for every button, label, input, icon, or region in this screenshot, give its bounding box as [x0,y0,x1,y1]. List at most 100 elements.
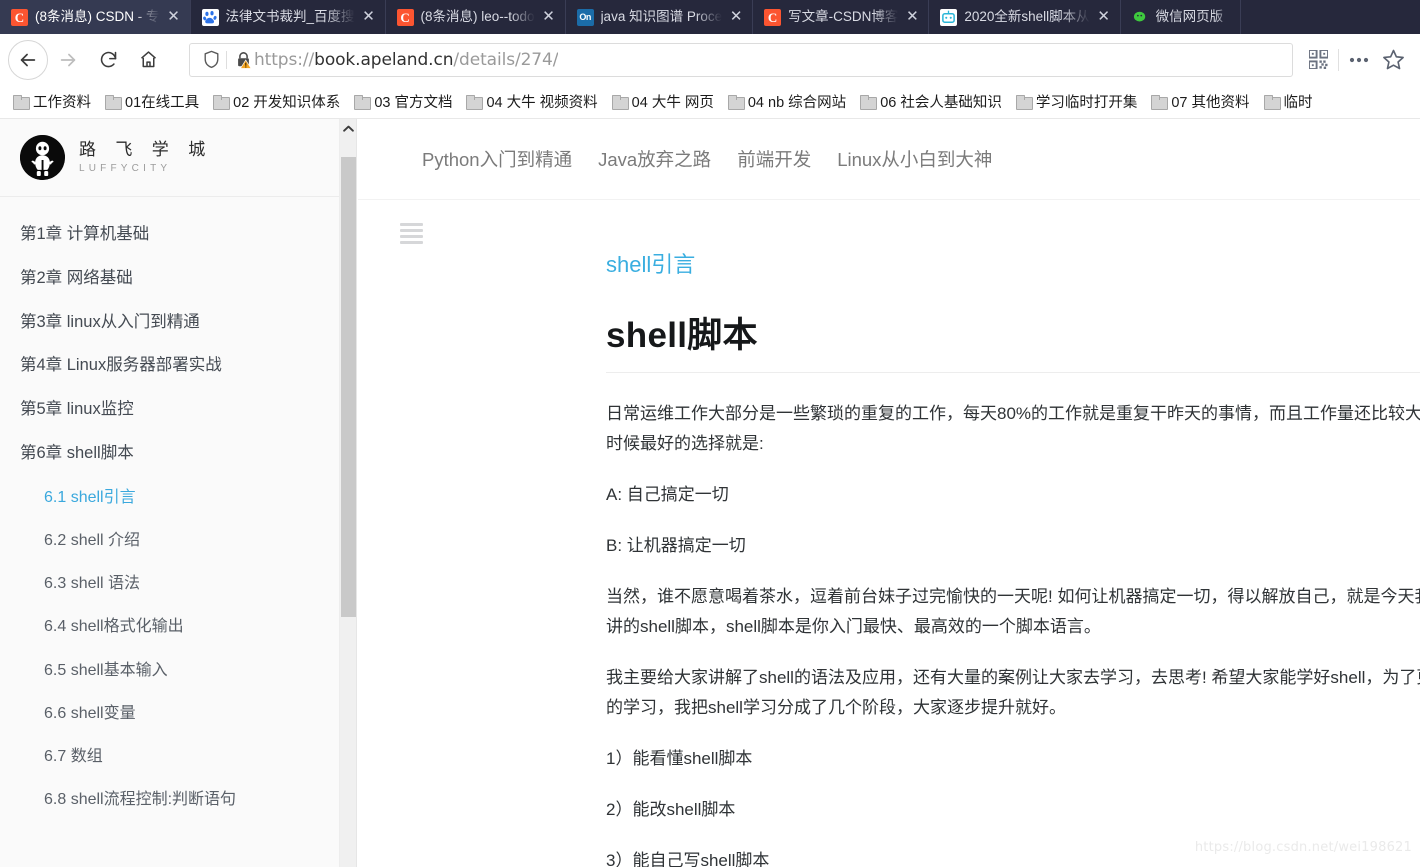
tab-title: 写文章-CSDN博客 [788,9,899,24]
onenote-icon: On [576,8,594,26]
folder-icon [611,95,629,110]
page-viewport: 路 飞 学 城 LUFFYCITY 第1章 计算机基础 第2章 网络基础 第3章… [0,119,1420,867]
paragraph-overview: 我主要给大家讲解了shell的语法及应用，还有大量的案例让大家去学习，去思考! … [606,668,1420,717]
tab-title: 微信网页版 [1155,9,1224,24]
tab-close-icon[interactable]: ✕ [362,0,376,34]
toolbar-divider [1338,48,1339,71]
bookmark-item[interactable]: 01在线工具 [98,88,206,115]
url-text[interactable]: https://book.apeland.cn/details/274/ [254,50,558,70]
breadcrumb[interactable]: shell引言 [606,247,1420,279]
luffy-avatar-icon [20,135,65,180]
chapter-list: 第1章 计算机基础 第2章 网络基础 第3章 linux从入门到精通 第4章 L… [0,197,356,821]
logo-title-cn: 路 飞 学 城 [79,140,213,161]
folder-icon [727,95,745,110]
folder-icon [13,95,30,110]
tab-strip: C (8条消息) CSDN - 专 ✕ 法律文书裁判_百度搜 ✕ C (8条消息… [0,0,1420,34]
sidebar-chapter-5[interactable]: 第5章 linux监控 [0,388,356,432]
paragraph-goal-1: 1）能看懂shell脚本 [606,749,753,768]
folder-icon [466,95,484,110]
sidebar-chapter-2[interactable]: 第2章 网络基础 [0,257,356,301]
url-host: book.apeland.cn [314,49,454,70]
folder-icon [354,95,372,110]
scrollbar-thumb[interactable] [341,157,356,617]
sidebar-chapter-1[interactable]: 第1章 计算机基础 [0,213,356,257]
topnav-item-linux[interactable]: Linux从小白到大神 [837,146,992,172]
navigation-toolbar: https://book.apeland.cn/details/274/ [0,34,1420,85]
bookmark-item[interactable]: 学习临时打开集 [1009,88,1145,115]
browser-tab[interactable]: C 写文章-CSDN博客 ✕ [753,0,930,34]
paragraph-intro: 日常运维工作大部分是一些繁琐的重复的工作，每天80%的工作就是重复干昨天的事情，… [606,404,1420,453]
browser-tab[interactable]: C (8条消息) CSDN - 专 ✕ [0,0,191,34]
csdn-icon: C [11,8,28,26]
site-logo[interactable]: 路 飞 学 城 LUFFYCITY [0,119,356,197]
bookmark-item[interactable]: 04 大牛 视频资料 [459,88,604,115]
sidebar-chapter-6[interactable]: 第6章 shell脚本 [0,432,356,476]
topnav-item-java[interactable]: Java放弃之路 [598,146,711,172]
tab-close-icon[interactable]: ✕ [542,0,556,34]
shield-icon[interactable] [198,50,224,69]
sidebar-section-6-2[interactable]: 6.2 shell 介绍 [0,519,356,562]
course-sidebar: 路 飞 学 城 LUFFYCITY 第1章 计算机基础 第2章 网络基础 第3章… [0,119,357,867]
tab-title: 2020全新shell脚本从 [964,9,1090,24]
tab-title: 法律文书裁判_百度搜 [225,9,355,24]
baidu-icon [201,8,219,26]
paragraph-option-a: A: 自己搞定一切 [606,485,729,504]
bookmarks-bar: 工作资料 01在线工具 02 开发知识体系 03 官方文档 04 大牛 视频资料… [0,85,1420,119]
scroll-up-icon[interactable] [340,119,356,138]
page-title: shell脚本 [606,307,1420,373]
reload-button[interactable] [88,40,128,80]
browser-tab[interactable]: 2020全新shell脚本从 ✕ [929,0,1121,34]
home-button[interactable] [128,40,168,80]
bookmark-item[interactable]: 04 nb 综合网站 [721,88,853,115]
sidebar-section-6-3[interactable]: 6.3 shell 语法 [0,562,356,605]
sidebar-section-6-4[interactable]: 6.4 shell格式化输出 [0,605,356,648]
topnav-item-frontend[interactable]: 前端开发 [737,146,811,172]
folder-icon [1015,95,1033,110]
tab-close-icon[interactable]: ✕ [1097,0,1111,34]
folder-icon [860,95,878,110]
lock-warning-icon[interactable] [233,51,254,69]
sidebar-section-6-5[interactable]: 6.5 shell基本输入 [0,649,356,692]
tab-close-icon[interactable]: ✕ [729,0,743,34]
bookmark-item[interactable]: 04 大牛 网页 [605,88,721,115]
topnav-item-python[interactable]: Python入门到精通 [422,146,572,172]
sidebar-section-6-7[interactable]: 6.7 数组 [0,735,356,778]
more-menu-icon[interactable] [1342,43,1376,77]
favorites-star-icon[interactable] [1376,43,1410,77]
bookmark-item[interactable]: 02 开发知识体系 [206,88,347,115]
browser-tab[interactable]: 微信网页版 [1121,0,1241,34]
browser-tab[interactable]: On java 知识图谱 Proce ✕ [566,0,754,34]
csdn-watermark: https://blog.csdn.net/wei198621 [1194,840,1412,855]
sidebar-section-6-6[interactable]: 6.6 shell变量 [0,692,356,735]
tab-close-icon[interactable]: ✕ [167,0,181,34]
bookmark-item[interactable]: 03 官方文档 [347,88,459,115]
bookmark-item[interactable]: 06 社会人基础知识 [853,88,1009,115]
sidebar-section-6-8[interactable]: 6.8 shell流程控制:判断语句 [0,778,356,821]
bookmark-item[interactable]: 临时 [1257,88,1320,115]
back-button[interactable] [8,39,48,80]
tab-title: (8条消息) CSDN - 专 [35,9,160,24]
paragraph-motivation: 当然，谁不愿意喝着茶水，逗着前台妹子过完愉快的一天呢! 如何让机器搞定一切，得以… [606,587,1420,636]
paragraph-goal-2: 2）能改shell脚本 [606,800,736,819]
sidebar-chapter-4[interactable]: 第4章 Linux服务器部署实战 [0,344,356,388]
address-bar[interactable]: https://book.apeland.cn/details/274/ [189,42,1293,77]
qr-code-icon[interactable] [1301,43,1335,77]
sidebar-scrollbar[interactable] [339,119,356,867]
browser-tab[interactable]: C (8条消息) leo--todo ✕ [386,0,566,34]
wechat-icon [1131,8,1149,26]
sidebar-section-6-1[interactable]: 6.1 shell引言 [0,476,356,519]
bookmark-item[interactable]: 工作资料 [6,88,98,115]
site-topnav: Python入门到精通 Java放弃之路 前端开发 Linux从小白到大神 [358,119,1420,200]
hamburger-menu-icon[interactable] [400,223,423,247]
main-content: Python入门到精通 Java放弃之路 前端开发 Linux从小白到大神 sh… [358,119,1420,867]
robot-icon [940,8,958,26]
paragraph-option-b: B: 让机器搞定一切 [606,536,746,555]
address-divider [226,50,227,69]
forward-button[interactable] [48,40,88,80]
browser-window: C (8条消息) CSDN - 专 ✕ 法律文书裁判_百度搜 ✕ C (8条消息… [0,0,1420,867]
logo-text: 路 飞 学 城 LUFFYCITY [79,141,212,174]
browser-tab[interactable]: 法律文书裁判_百度搜 ✕ [191,0,386,34]
sidebar-chapter-3[interactable]: 第3章 linux从入门到精通 [0,301,356,345]
tab-close-icon[interactable]: ✕ [905,0,919,34]
bookmark-item[interactable]: 07 其他资料 [1144,88,1256,115]
